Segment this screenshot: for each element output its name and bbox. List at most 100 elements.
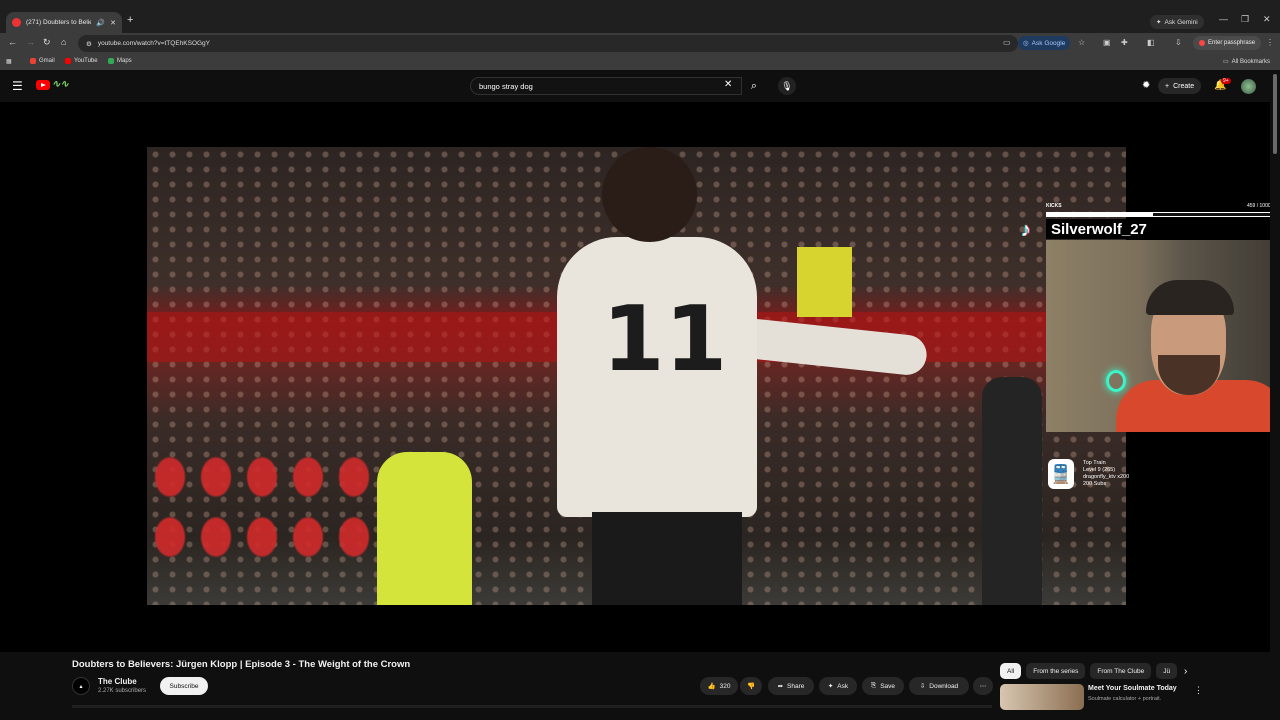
forward-icon[interactable]: → xyxy=(26,37,35,47)
description-divider xyxy=(72,705,992,708)
youtube-logo[interactable] xyxy=(36,80,50,90)
minimize-icon[interactable]: — xyxy=(1219,14,1228,24)
chip-from-channel[interactable]: From The Clube xyxy=(1090,663,1152,679)
hamburger-menu-icon[interactable]: ☰ xyxy=(12,79,23,93)
sidepanel-icon[interactable]: ◧ xyxy=(1147,38,1155,47)
train-icon: 🚆 xyxy=(1048,459,1074,489)
ask-google-label: Ask Google xyxy=(1031,39,1066,47)
scrollbar-thumb[interactable] xyxy=(1273,74,1277,154)
cast-gear-icon[interactable]: ✹ xyxy=(1142,80,1150,91)
browser-tab[interactable]: (271) Doubters to Believers 🔊 ✕ xyxy=(6,12,122,33)
back-icon[interactable]: ← xyxy=(8,37,17,47)
train-line: Top Train xyxy=(1083,460,1106,466)
chip-all[interactable]: All xyxy=(1000,663,1022,679)
recommendation-thumbnail[interactable] xyxy=(1000,684,1084,710)
youtube-header: ☰ ∿∿ bungo stray dog ✕ ⌕ 🎙 ✹ + Create 🔔 … xyxy=(0,70,1280,102)
player-head xyxy=(602,147,697,242)
page-scrollbar[interactable] xyxy=(1270,70,1280,720)
address-bar[interactable]: ⚙ youtube.com/watch?v=tTQEhKSOGgY xyxy=(78,35,1018,52)
chip-partial[interactable]: Jü xyxy=(1156,663,1178,679)
cast-icon[interactable]: ▭ xyxy=(1003,38,1011,47)
like-count: 320 xyxy=(719,682,731,690)
bookmark-star-icon[interactable]: ☆ xyxy=(1078,38,1085,47)
puzzle-icon[interactable]: ✚ xyxy=(1121,38,1128,47)
share-button[interactable]: ➦ Share xyxy=(768,677,814,695)
ask-gemini-button[interactable]: ✦ Ask Gemini xyxy=(1150,15,1204,29)
passphrase-button[interactable]: Enter passphrase xyxy=(1193,36,1262,50)
apps-grid-icon[interactable]: ▦ xyxy=(6,58,12,65)
clear-search-icon[interactable]: ✕ xyxy=(724,79,732,90)
microphone-icon[interactable]: 🎙 xyxy=(778,77,796,95)
all-bookmarks-label: All Bookmarks xyxy=(1231,58,1271,65)
shirt-number: 11 xyxy=(602,287,728,392)
cam-cap xyxy=(1146,280,1234,315)
like-button[interactable]: 👍 320 xyxy=(700,677,738,695)
bookmark-youtube[interactable]: YouTube xyxy=(65,58,98,64)
webcam-feed xyxy=(1046,240,1280,432)
share-icon: ➦ xyxy=(777,683,784,690)
profile-dot-icon xyxy=(1199,40,1205,46)
bookmarks-bar: ▦ Gmail YouTube Maps ▭ All Bookmarks xyxy=(0,54,1280,70)
steward-background xyxy=(797,247,852,317)
url-text: youtube.com/watch?v=tTQEhKSOGgY xyxy=(97,40,211,47)
chevron-right-icon[interactable]: › xyxy=(1184,666,1187,677)
chip-from-series[interactable]: From the series xyxy=(1026,663,1086,679)
passphrase-label: Enter passphrase xyxy=(1208,40,1256,46)
youtube-icon xyxy=(65,58,71,64)
bookmark-label: YouTube xyxy=(74,58,98,64)
ask-button[interactable]: ✦ Ask xyxy=(819,677,857,695)
account-avatar[interactable] xyxy=(1241,79,1256,94)
home-icon[interactable]: ⌂ xyxy=(61,37,66,47)
extension-icon[interactable]: ▣ xyxy=(1103,38,1111,47)
new-tab-button[interactable]: + xyxy=(127,14,133,26)
bookmark-gmail[interactable]: Gmail xyxy=(30,58,55,64)
bookmark-icon: ⎘ xyxy=(870,682,877,689)
download-icon: ⇩ xyxy=(919,683,926,690)
ask-gemini-label: Ask Gemini xyxy=(1164,18,1198,26)
close-window-icon[interactable]: ✕ xyxy=(1263,14,1271,25)
referee xyxy=(982,377,1042,605)
video-frame[interactable]: 11 xyxy=(147,147,1126,605)
train-line: Level 9 (265) xyxy=(1083,467,1116,473)
save-button[interactable]: ⎘ Save xyxy=(862,677,904,695)
recommendation-subtitle: Soulmate calculator + portrait. xyxy=(1088,696,1162,702)
subscriber-count: 2.27K subscribers xyxy=(98,688,147,694)
kicks-count: 459 / 1000 xyxy=(1247,203,1271,209)
speaker-icon[interactable]: 🔊 xyxy=(96,19,105,27)
save-label: Save xyxy=(880,682,896,690)
google-lens-icon: ◎ xyxy=(1023,40,1029,47)
browser-tab-strip: (271) Doubters to Believers 🔊 ✕ + ✦ Ask … xyxy=(0,0,1280,33)
more-vertical-icon[interactable]: ⋮ xyxy=(1194,685,1203,696)
create-label: Create xyxy=(1173,82,1195,90)
subscribe-button[interactable]: Subscribe xyxy=(160,677,208,695)
channel-avatar[interactable]: ▴ xyxy=(72,677,90,695)
more-actions-button[interactable]: ⋯ xyxy=(973,677,993,695)
folder-icon: ▭ xyxy=(1223,59,1229,65)
restore-icon[interactable]: ❐ xyxy=(1241,14,1249,25)
youtube-doodle-logo[interactable]: ∿∿ xyxy=(52,79,69,90)
download-button[interactable]: ⇩ Download xyxy=(909,677,969,695)
download-label: Download xyxy=(929,682,959,690)
search-icon[interactable]: ⌕ xyxy=(742,77,766,95)
create-button[interactable]: + Create xyxy=(1158,78,1202,94)
thumbs-up-icon: 👍 xyxy=(707,683,716,690)
bookmark-maps[interactable]: Maps xyxy=(108,58,132,64)
train-line: dragonfly_ktv x200 xyxy=(1083,474,1130,480)
reload-icon[interactable]: ↻ xyxy=(43,37,51,48)
browser-toolbar: ← → ↻ ⌂ ⚙ youtube.com/watch?v=tTQEhKSOGg… xyxy=(0,33,1280,54)
all-bookmarks[interactable]: ▭ All Bookmarks xyxy=(1223,58,1271,66)
recommendation-title[interactable]: Meet Your Soulmate Today xyxy=(1088,685,1177,692)
maps-icon xyxy=(108,58,114,64)
cam-light xyxy=(1106,370,1126,392)
ask-google-button[interactable]: ◎ Ask Google xyxy=(1018,36,1071,50)
search-input[interactable]: bungo stray dog xyxy=(470,77,742,95)
site-info-icon[interactable]: ⚙ xyxy=(86,40,92,48)
plus-icon: + xyxy=(1165,82,1170,90)
chrome-menu-icon[interactable]: ⋮ xyxy=(1266,38,1274,47)
channel-name[interactable]: The Clube xyxy=(98,677,137,686)
close-tab-icon[interactable]: ✕ xyxy=(110,19,116,27)
download-tray-icon[interactable]: ⇩ xyxy=(1175,38,1182,47)
dislike-button[interactable]: 👎 xyxy=(740,677,762,695)
steward-foreground xyxy=(377,452,472,605)
recommendation-chips: All From the series From The Clube Jü xyxy=(1000,663,1178,679)
